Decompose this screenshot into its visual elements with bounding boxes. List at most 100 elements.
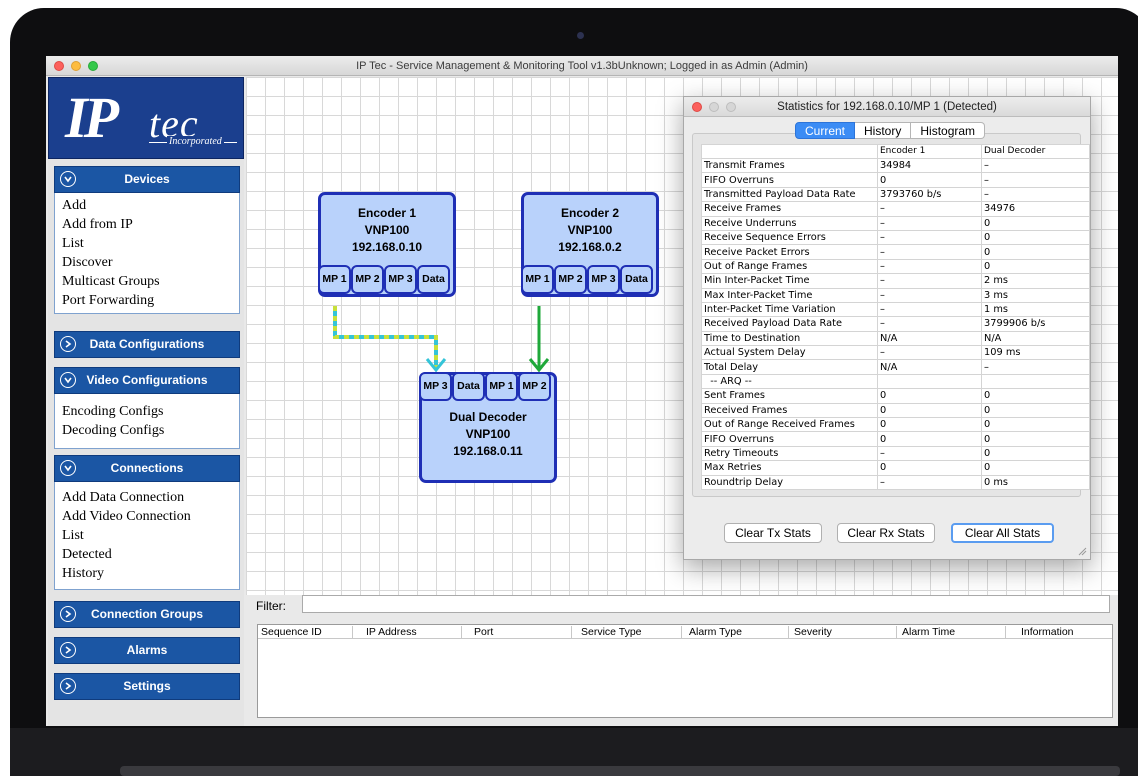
port-mp1[interactable]: MP 1: [485, 372, 518, 401]
connection-groups-header[interactable]: Connection Groups: [54, 601, 240, 628]
chevron-down-icon: [60, 460, 76, 476]
menu-add[interactable]: Add: [62, 196, 232, 215]
port-data[interactable]: Data: [417, 265, 450, 294]
statistic-label: Min Inter-Packet Time: [701, 273, 878, 289]
connections-title: Connections: [110, 461, 184, 475]
connection-encoder2-to-decoder[interactable]: [528, 306, 550, 373]
clear-tx-stats-button[interactable]: Clear Tx Stats: [724, 523, 822, 543]
settings-header[interactable]: Settings: [54, 673, 240, 700]
statistic-label: Total Delay: [701, 359, 878, 375]
statistics-title-bar[interactable]: Statistics for 192.168.0.10/MP 1 (Detect…: [684, 97, 1090, 117]
video-configurations-menu: Encoding Configs Decoding Configs: [54, 394, 240, 449]
port-mp2[interactable]: MP 2: [554, 265, 587, 294]
maximize-dialog-button[interactable]: [726, 102, 736, 112]
col-information[interactable]: Information: [1021, 626, 1074, 638]
statistic-label: Transmitted Payload Data Rate: [701, 186, 878, 203]
statistic-value: 34976: [981, 201, 1090, 217]
alarms-section: Alarms: [54, 637, 240, 664]
statistics-row: -- ARQ --: [701, 373, 1090, 390]
connections-menu: Add Data Connection Add Video Connection…: [54, 482, 240, 590]
menu-add-from-ip[interactable]: Add from IP: [62, 215, 232, 234]
menu-detected[interactable]: Detected: [62, 545, 232, 564]
node-model: VNP100: [364, 223, 410, 237]
encoder-1-node[interactable]: Encoder 1 VNP100 192.168.0.10 MP 1 MP 2 …: [318, 192, 456, 297]
data-configurations-header[interactable]: Data Configurations: [54, 331, 240, 358]
port-mp3[interactable]: MP 3: [419, 372, 452, 401]
minimize-window-button[interactable]: [71, 61, 81, 71]
close-dialog-button[interactable]: [692, 102, 702, 112]
statistic-label: Receive Underruns: [701, 215, 878, 231]
filter-input[interactable]: [302, 595, 1110, 613]
port-mp1[interactable]: MP 1: [318, 265, 351, 294]
chevron-right-icon: [60, 336, 76, 352]
connection-encoder1-to-decoder[interactable]: [333, 306, 447, 373]
statistic-value: 0: [877, 431, 982, 447]
statistics-row: Received Frames 0 0: [701, 402, 1090, 419]
statistics-row: Max Retries 0 0: [701, 460, 1090, 476]
devices-title: Devices: [124, 172, 170, 186]
statistic-label: Inter-Packet Time Variation: [701, 301, 878, 318]
clear-rx-stats-button[interactable]: Clear Rx Stats: [837, 523, 935, 543]
port-mp1[interactable]: MP 1: [521, 265, 554, 294]
devices-header[interactable]: Devices: [54, 166, 240, 193]
logo-subtitle: Incorporated: [167, 136, 224, 147]
menu-port-forwarding[interactable]: Port Forwarding: [62, 291, 232, 310]
menu-multicast-groups[interactable]: Multicast Groups: [62, 272, 232, 291]
clear-all-stats-button[interactable]: Clear All Stats: [951, 523, 1054, 543]
statistic-value: –: [877, 316, 982, 332]
video-configurations-header[interactable]: Video Configurations: [54, 367, 240, 394]
encoder-2-node[interactable]: Encoder 2 VNP100 192.168.0.2 MP 1 MP 2 M…: [521, 192, 659, 297]
resize-grip-icon[interactable]: [1077, 546, 1087, 556]
port-data[interactable]: Data: [620, 265, 653, 294]
port-mp3[interactable]: MP 3: [587, 265, 620, 294]
menu-list-devices[interactable]: List: [62, 234, 232, 253]
chevron-right-icon: [60, 678, 76, 694]
menu-add-video-connection[interactable]: Add Video Connection: [62, 507, 232, 526]
tab-current[interactable]: Current: [795, 122, 856, 139]
statistic-label: Receive Packet Errors: [701, 244, 878, 260]
statistic-value: –: [981, 172, 1090, 188]
col-service-type[interactable]: Service Type: [581, 626, 642, 638]
col-ip-address[interactable]: IP Address: [366, 626, 417, 638]
statistics-row: Min Inter-Packet Time –2 ms: [701, 273, 1090, 289]
statistics-row: Inter-Packet Time Variation –1 ms: [701, 301, 1090, 318]
tab-history[interactable]: History: [855, 122, 912, 139]
col-severity[interactable]: Severity: [794, 626, 832, 638]
close-window-button[interactable]: [54, 61, 64, 71]
statistic-value: 2 ms: [981, 273, 1090, 289]
connections-header[interactable]: Connections: [54, 455, 240, 482]
statistic-value: N/A: [981, 330, 1090, 347]
node-ip: 192.168.0.10: [351, 240, 423, 254]
col-port[interactable]: Port: [474, 626, 493, 638]
node-ip: 192.168.0.11: [453, 444, 523, 458]
statistic-value: –: [877, 273, 982, 289]
col-alarm-type[interactable]: Alarm Type: [689, 626, 742, 638]
dual-decoder-node[interactable]: MP 3 Data MP 1 MP 2 Dual Decoder VNP100 …: [419, 372, 557, 483]
menu-list-connections[interactable]: List: [62, 526, 232, 545]
settings-section: Settings: [54, 673, 240, 700]
maximize-window-button[interactable]: [88, 61, 98, 71]
statistic-value: –: [877, 287, 982, 303]
minimize-dialog-button[interactable]: [709, 102, 719, 112]
node-ip: 192.168.0.2: [558, 240, 622, 254]
webcam: [577, 32, 584, 39]
tab-histogram[interactable]: Histogram: [911, 122, 986, 139]
menu-discover[interactable]: Discover: [62, 253, 232, 272]
dialog-window-controls: [692, 102, 736, 112]
menu-encoding-configs[interactable]: Encoding Configs: [62, 402, 232, 421]
statistic-label: Out of Range Received Frames: [701, 417, 878, 433]
alarm-table[interactable]: Sequence ID IP Address Port Service Type…: [257, 624, 1113, 718]
statistic-value: 0: [981, 244, 1090, 260]
statistic-value: –: [981, 359, 1090, 375]
menu-add-data-connection[interactable]: Add Data Connection: [62, 488, 232, 507]
alarms-header[interactable]: Alarms: [54, 637, 240, 664]
menu-history[interactable]: History: [62, 564, 232, 583]
port-mp3[interactable]: MP 3: [384, 265, 417, 294]
menu-decoding-configs[interactable]: Decoding Configs: [62, 421, 232, 440]
statistics-row: Receive Sequence Errors –0: [701, 229, 1090, 246]
port-mp2[interactable]: MP 2: [518, 372, 551, 401]
col-sequence-id[interactable]: Sequence ID: [261, 626, 322, 638]
port-data[interactable]: Data: [452, 372, 485, 401]
col-alarm-time[interactable]: Alarm Time: [902, 626, 955, 638]
port-mp2[interactable]: MP 2: [351, 265, 384, 294]
